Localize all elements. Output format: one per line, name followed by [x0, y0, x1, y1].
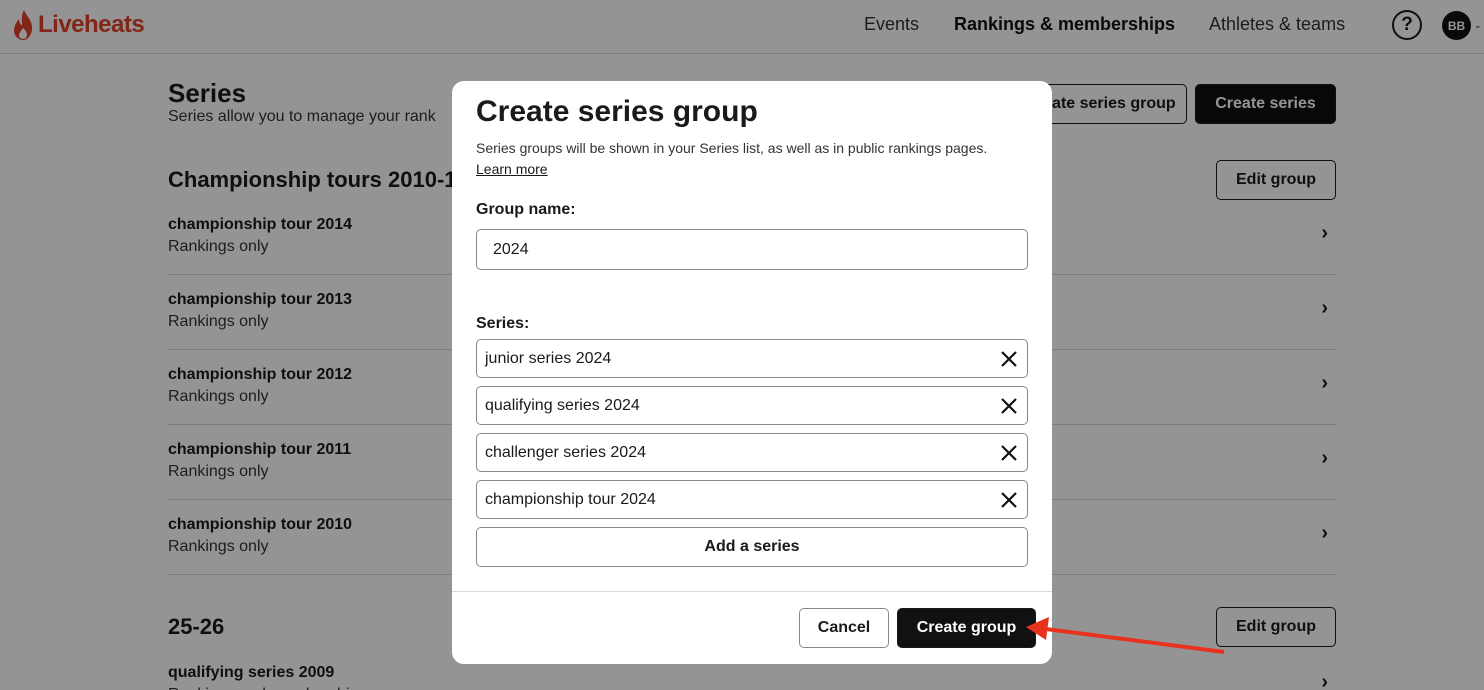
create-group-button[interactable]: Create group [897, 608, 1036, 648]
series-chip-label: championship tour 2024 [485, 491, 656, 508]
series-chip-label: junior series 2024 [485, 350, 612, 367]
create-series-group-dialog: Create series group Series groups will b… [452, 81, 1052, 664]
group-name-label: Group name: [476, 201, 576, 218]
description-text: Series groups will be shown in your Seri… [476, 140, 988, 156]
dialog-description: Series groups will be shown in your Seri… [476, 138, 1016, 180]
series-chip: qualifying series 2024 [476, 386, 1028, 425]
dialog-footer-divider [452, 591, 1052, 592]
add-series-button[interactable]: Add a series [476, 527, 1028, 567]
series-chip-label: challenger series 2024 [485, 444, 646, 461]
series-chip: championship tour 2024 [476, 480, 1028, 519]
series-label: Series: [476, 315, 530, 332]
cancel-button[interactable]: Cancel [799, 608, 889, 648]
series-chip: challenger series 2024 [476, 433, 1028, 472]
dialog-title: Create series group [476, 95, 758, 128]
group-name-input[interactable]: 2024 [476, 229, 1028, 270]
series-chip-label: qualifying series 2024 [485, 397, 640, 414]
series-chip: junior series 2024 [476, 339, 1028, 378]
close-icon[interactable] [1000, 491, 1018, 509]
close-icon[interactable] [1000, 444, 1018, 462]
close-icon[interactable] [1000, 350, 1018, 368]
learn-more-link[interactable]: Learn more [476, 161, 548, 177]
close-icon[interactable] [1000, 397, 1018, 415]
group-name-value: 2024 [493, 240, 529, 258]
